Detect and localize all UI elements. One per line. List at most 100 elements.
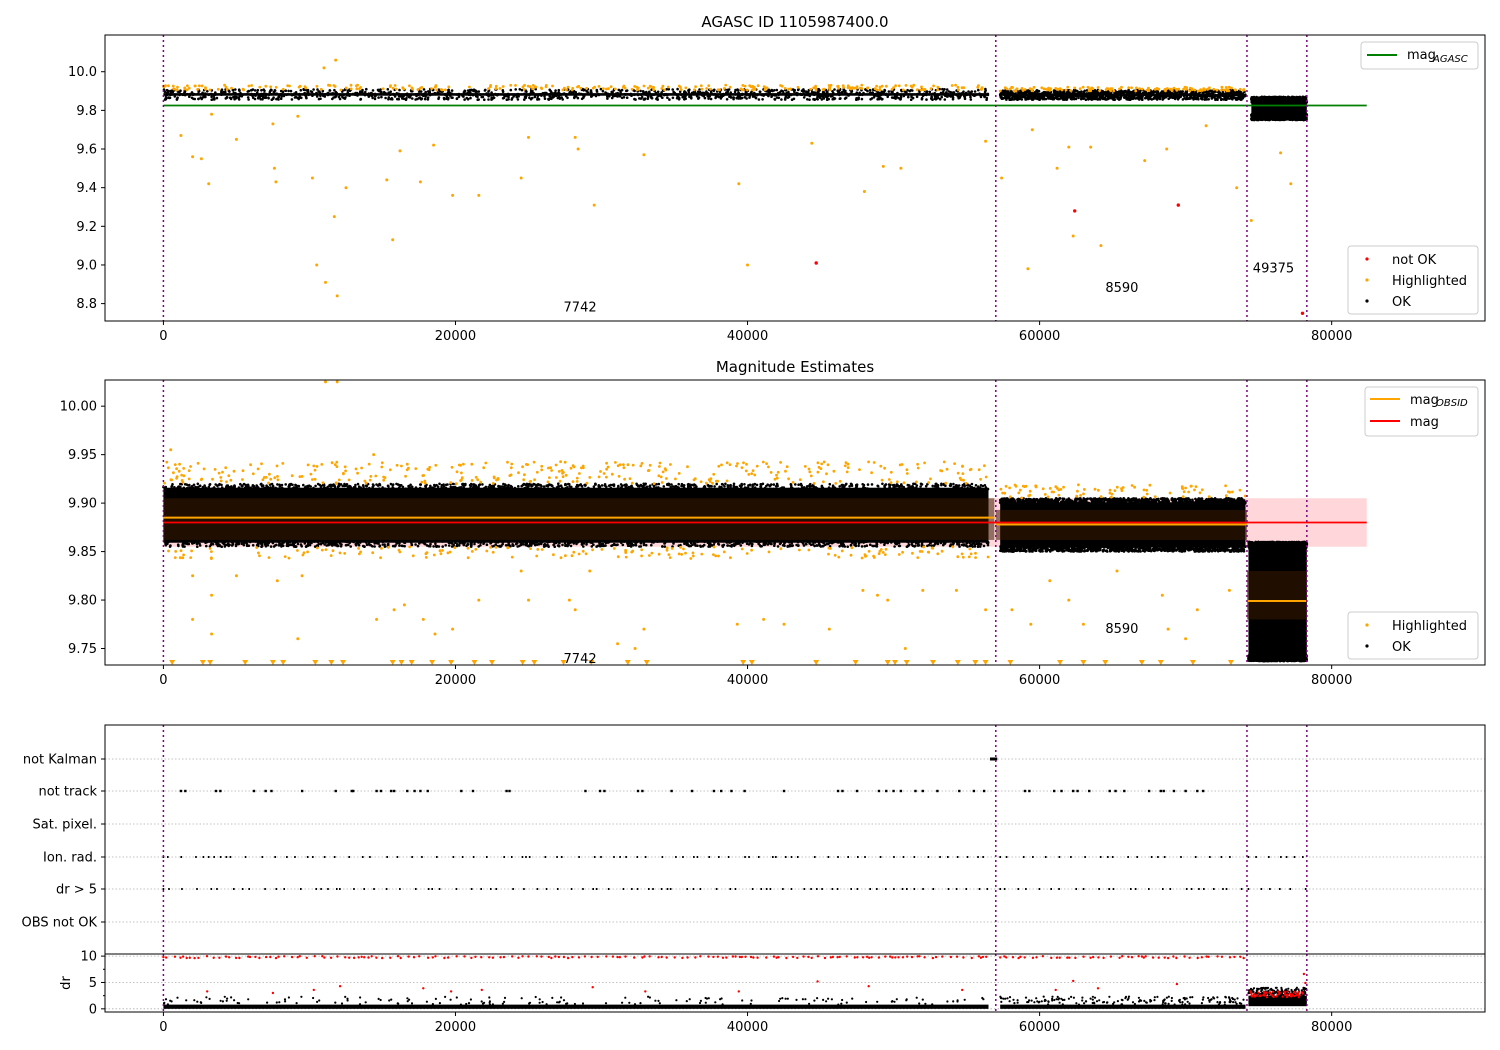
ok-point-point xyxy=(1019,89,1022,93)
ok-point-point xyxy=(205,544,208,548)
highlighted-point xyxy=(434,85,438,88)
ok-point-point xyxy=(1090,98,1093,101)
ok-point-point xyxy=(969,98,973,101)
ok-point-point xyxy=(549,89,552,93)
ok-point-point xyxy=(1079,97,1083,101)
ok-point-point xyxy=(249,89,253,92)
ok-point-point xyxy=(1195,97,1198,101)
ok-point-point xyxy=(807,92,811,96)
ok-point-point xyxy=(751,92,755,96)
ok-point-point xyxy=(765,92,768,96)
highlighted-point xyxy=(1166,87,1169,90)
ok-point-point xyxy=(423,97,427,101)
highlighted-point xyxy=(172,87,176,91)
highlighted-point xyxy=(652,86,655,90)
ok-point-point xyxy=(683,542,686,545)
ok-point-point xyxy=(477,90,481,93)
ok-point-point xyxy=(479,93,482,96)
ok-point-point xyxy=(1131,93,1134,97)
highlighted-point xyxy=(571,86,575,90)
ok-point-point xyxy=(387,96,391,99)
ok-point-point xyxy=(785,91,788,95)
ok-point-point xyxy=(666,96,669,99)
highlighted-point xyxy=(1008,87,1012,91)
ok-point-point xyxy=(483,89,487,92)
ok-point-point xyxy=(192,92,196,96)
ok-point-point xyxy=(234,88,237,91)
ok-point-point xyxy=(328,89,332,92)
ok-point-point xyxy=(659,94,663,98)
ok-point-point xyxy=(839,97,842,100)
ok-point-point xyxy=(345,94,349,97)
ok-point-point xyxy=(780,98,783,101)
ok-point-point xyxy=(947,93,950,97)
ok-point-point xyxy=(806,540,809,543)
ok-point-point xyxy=(698,88,701,91)
highlighted-point xyxy=(489,84,492,87)
ok-point-point xyxy=(886,95,889,99)
ok-point-point xyxy=(1267,114,1271,118)
ok-point-point xyxy=(1021,95,1024,99)
ok-point-point xyxy=(605,91,608,95)
ok-point-point xyxy=(257,94,261,97)
ok-point-point xyxy=(629,92,633,96)
ok-point-point xyxy=(1083,89,1086,93)
ok-point-point xyxy=(231,89,235,92)
ok-point-point xyxy=(1045,91,1049,94)
legend-entry: not OK xyxy=(1392,253,1437,268)
ok-point-point xyxy=(723,93,726,97)
ok-point-point xyxy=(633,97,636,101)
ok-point-point xyxy=(1257,114,1261,118)
ok-point-point xyxy=(331,97,334,101)
ok-point-point xyxy=(293,96,297,99)
ok-point-point xyxy=(469,96,472,100)
ok-point-point xyxy=(1024,97,1027,100)
ok-point-point xyxy=(671,96,675,100)
ok-point-point xyxy=(773,94,777,97)
ok-point-point xyxy=(940,95,943,99)
ok-point-point xyxy=(480,95,484,99)
highlighted-point xyxy=(540,87,544,90)
ok-point-point xyxy=(201,96,205,99)
ok-point-point xyxy=(466,89,470,92)
ok-point-point xyxy=(1147,98,1150,101)
ok-point-point xyxy=(1264,99,1268,102)
ok-point-point xyxy=(619,89,622,93)
highlighted-point xyxy=(605,87,608,91)
ok-point-point xyxy=(389,90,393,93)
ok-point-point xyxy=(523,95,527,99)
ok-point-point xyxy=(1167,90,1171,93)
highlighted-point xyxy=(494,84,498,88)
highlighted-point xyxy=(210,112,214,116)
ok-point-point xyxy=(1075,93,1079,97)
highlighted-point xyxy=(208,88,212,92)
ok-point-point xyxy=(1271,100,1274,104)
ok-point-point xyxy=(794,92,798,96)
ok-point-point xyxy=(183,90,187,93)
highlighted-point xyxy=(1140,87,1144,91)
ok-point-point xyxy=(589,89,593,92)
highlighted-point xyxy=(494,87,498,90)
legend-entry: OK xyxy=(1392,295,1411,310)
ok-point-point xyxy=(1082,97,1086,100)
highlighted-point xyxy=(956,85,960,89)
highlighted-point xyxy=(333,85,337,88)
highlighted-point xyxy=(1049,87,1053,90)
ok-point-point xyxy=(802,96,806,99)
highlighted-point xyxy=(487,87,490,91)
highlighted-point xyxy=(878,85,882,89)
ok-point-point xyxy=(1225,97,1229,100)
highlighted-point xyxy=(1235,186,1239,190)
highlighted-point xyxy=(1110,87,1114,91)
highlighted-point xyxy=(447,85,451,89)
ok-point-point xyxy=(938,97,942,101)
highlighted-point xyxy=(498,87,502,90)
panel-1-plot-area: 77428590493750 20000 40000 60000 800008.89.0… xyxy=(68,34,1486,344)
highlighted-point xyxy=(1238,87,1242,91)
ok-point-point xyxy=(255,91,259,94)
highlighted-point xyxy=(204,87,207,91)
ok-point-point xyxy=(633,89,636,93)
ok-point-point xyxy=(371,89,375,92)
ok-point-point xyxy=(767,94,770,98)
ok-point-point xyxy=(186,92,189,96)
